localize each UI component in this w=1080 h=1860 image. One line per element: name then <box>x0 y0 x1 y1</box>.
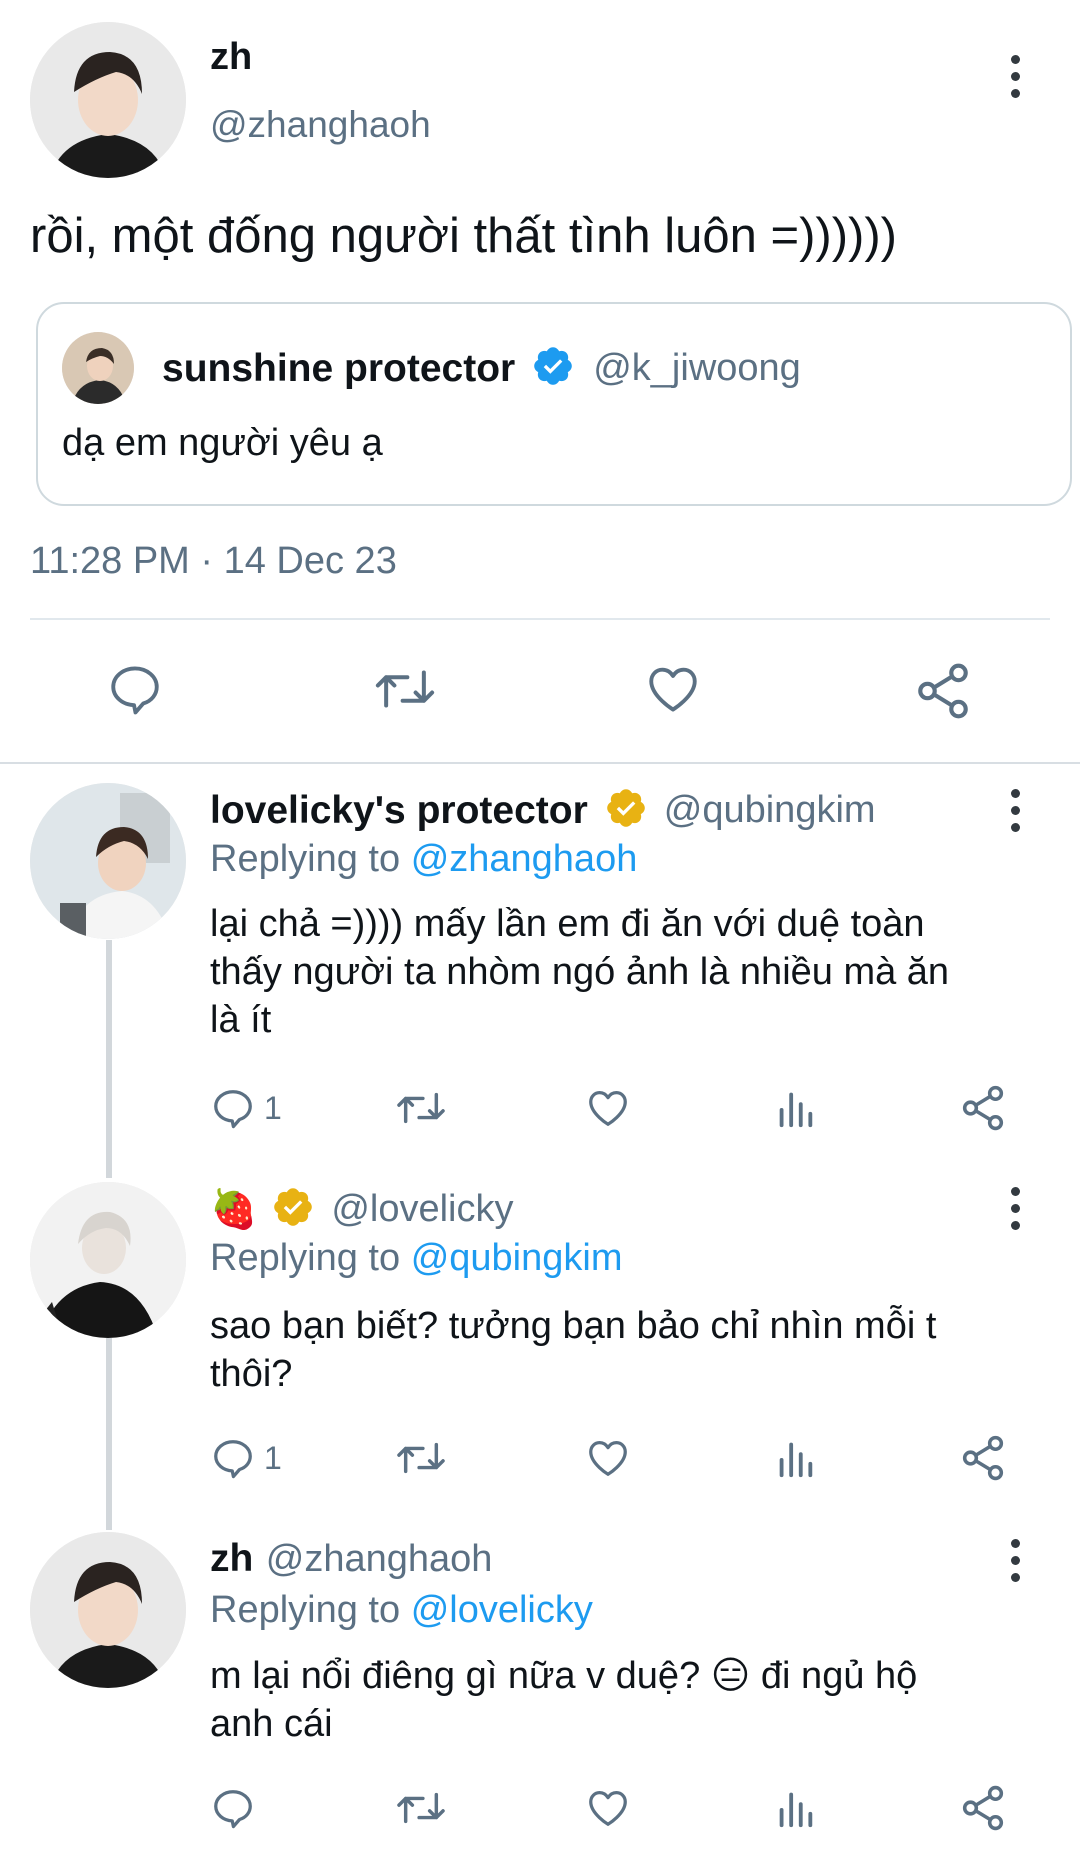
retweet-icon <box>397 1092 445 1124</box>
replying-to-link[interactable]: @qubingkim <box>411 1237 623 1279</box>
heart-icon <box>589 1791 627 1826</box>
quoted-tweet-card[interactable]: sunshine protector @k_jiwoong dạ em ngườ… <box>36 302 1072 506</box>
reply-button[interactable] <box>210 1785 256 1831</box>
share-button[interactable] <box>958 1433 1008 1483</box>
quoted-tweet-text: dạ em người yêu ạ <box>62 422 383 464</box>
analytics-icon <box>779 1792 813 1828</box>
quoted-author-name: sunshine protector <box>162 346 516 390</box>
verified-badge-icon <box>531 344 575 393</box>
reply-icon <box>111 666 159 715</box>
like-button[interactable] <box>584 1435 632 1481</box>
retweet-icon <box>397 1442 445 1474</box>
retweet-button[interactable] <box>372 660 438 718</box>
like-button[interactable] <box>584 1785 632 1831</box>
share-icon <box>962 1085 1004 1131</box>
avatar[interactable] <box>30 22 186 178</box>
share-button[interactable] <box>958 1783 1008 1833</box>
tweet-timestamp: 11:28 PM · 14 Dec 23 <box>30 540 397 582</box>
replying-to-line: Replying to @lovelicky <box>210 1589 593 1632</box>
reply-text: lại chả =)))) mấy lần em đi ăn với duệ t… <box>210 900 949 1044</box>
replying-to-label: Replying to <box>210 1589 401 1631</box>
like-button[interactable] <box>642 660 704 718</box>
reply-icon <box>214 1440 252 1479</box>
reply-count: 1 <box>264 1089 282 1126</box>
heart-icon <box>589 1091 627 1126</box>
author-name[interactable]: lovelicky's protector <box>210 789 588 833</box>
more-options-icon[interactable] <box>1000 1530 1030 1590</box>
reply-icon <box>214 1790 252 1829</box>
reply-icon <box>214 1090 252 1129</box>
avatar[interactable] <box>30 783 186 939</box>
replying-to-line: Replying to @zhanghaoh <box>210 838 637 881</box>
author-handle[interactable]: @zhanghaoh <box>266 1538 493 1580</box>
reply-text-line: lại chả =)))) mấy lần em đi ăn với duệ t… <box>210 903 925 945</box>
avatar[interactable] <box>30 1182 186 1338</box>
reply-text: m lại nổi điêng gì nữa v duệ? 😑 đi ngủ h… <box>210 1652 917 1748</box>
like-button[interactable] <box>584 1085 632 1131</box>
analytics-button[interactable] <box>772 1785 818 1831</box>
reply-text: sao bạn biết? tưởng bạn bảo chỉ nhìn mỗi… <box>210 1302 936 1398</box>
author-handle[interactable]: @zhanghaoh <box>210 104 431 146</box>
quoted-author-handle: @k_jiwoong <box>593 347 801 389</box>
avatar-image <box>30 22 186 178</box>
thread-line <box>106 940 112 1178</box>
author-name[interactable]: zh <box>210 1537 253 1580</box>
analytics-icon <box>779 1092 813 1128</box>
reply-text-line: thấy người ta nhòm ngó ảnh là nhiều mà ă… <box>210 951 950 993</box>
tweet-text: rồi, một đống người thất tình luôn =))))… <box>30 209 897 263</box>
retweet-icon <box>397 1792 445 1824</box>
reply-text-line: thôi? <box>210 1353 293 1395</box>
retweet-icon <box>375 670 435 708</box>
more-options-icon[interactable] <box>1000 46 1030 106</box>
avatar-image <box>30 783 186 939</box>
more-options-icon[interactable] <box>1000 1178 1030 1238</box>
author-name[interactable]: zh <box>210 36 252 79</box>
reply-button[interactable] <box>106 660 164 718</box>
reply-text-line: sao bạn biết? tưởng bạn bảo chỉ nhìn mỗi… <box>210 1305 937 1347</box>
heart-icon <box>589 1441 627 1476</box>
retweet-button[interactable] <box>394 1435 448 1481</box>
more-options-icon[interactable] <box>1000 780 1030 840</box>
replying-to-label: Replying to <box>210 838 401 880</box>
avatar[interactable] <box>30 1532 186 1688</box>
share-icon <box>918 663 968 719</box>
reply-count: 1 <box>264 1439 282 1476</box>
analytics-button[interactable] <box>772 1085 818 1131</box>
reply-text-line: anh cái <box>210 1703 333 1745</box>
verified-badge-icon <box>604 786 648 835</box>
quoted-avatar <box>62 332 134 404</box>
author-name-emoji[interactable]: 🍓 <box>210 1187 257 1232</box>
replying-to-label: Replying to <box>210 1237 401 1279</box>
divider <box>30 618 1050 620</box>
retweet-button[interactable] <box>394 1785 448 1831</box>
share-button[interactable] <box>912 660 974 722</box>
verified-badge-icon <box>271 1185 315 1234</box>
replying-to-link[interactable]: @lovelicky <box>411 1589 593 1631</box>
share-icon <box>962 1435 1004 1481</box>
share-icon <box>962 1785 1004 1831</box>
author-handle[interactable]: @qubingkim <box>664 789 876 832</box>
share-button[interactable] <box>958 1083 1008 1133</box>
reply-text-line: là ít <box>210 999 272 1041</box>
quoted-avatar-image <box>62 332 134 404</box>
section-separator <box>0 762 1080 764</box>
avatar-image <box>30 1532 186 1688</box>
reply-button[interactable]: 1 <box>210 1085 282 1131</box>
retweet-button[interactable] <box>394 1085 448 1131</box>
author-handle[interactable]: @lovelicky <box>331 1188 513 1231</box>
heart-icon <box>649 667 697 712</box>
replying-to-line: Replying to @qubingkim <box>210 1237 622 1280</box>
analytics-button[interactable] <box>772 1435 818 1481</box>
reply-button[interactable]: 1 <box>210 1435 282 1481</box>
replying-to-link[interactable]: @zhanghaoh <box>411 838 638 880</box>
avatar-image <box>30 1182 186 1338</box>
reply-text-line: m lại nổi điêng gì nữa v duệ? 😑 đi ngủ h… <box>210 1655 918 1697</box>
analytics-icon <box>779 1442 813 1478</box>
